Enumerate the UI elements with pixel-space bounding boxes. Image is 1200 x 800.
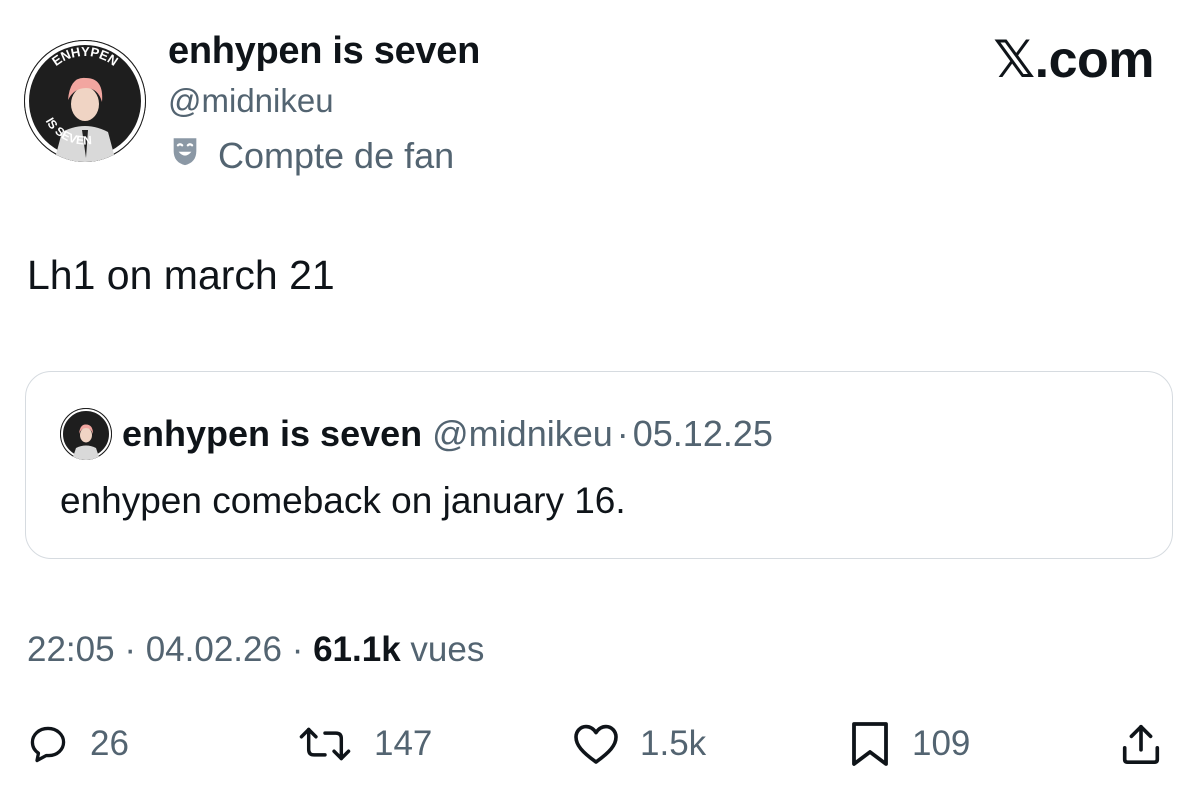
brand-logo: 𝕏.com [993,31,1154,89]
repost-count: 147 [374,724,433,763]
tweet-date: 04.02.26 [145,630,282,669]
author-avatar[interactable]: ENHYPEN IS SEVEN [24,40,146,162]
tweet-time: 22:05 [27,630,115,669]
quoted-date: 05.12.25 [632,413,773,454]
author-name[interactable]: enhypen is seven [168,30,480,73]
views-label: vues [410,630,485,669]
share-icon [1118,720,1164,768]
quoted-tweet[interactable]: enhypen is seven @midnikeu · 05.12.25 en… [25,371,1173,559]
bookmark-count: 109 [912,724,971,763]
meta-separator: · [291,630,304,669]
repost-icon [296,722,354,766]
bookmark-icon [848,720,892,768]
quoted-tweet-text: enhypen comeback on january 16. [60,480,626,521]
heart-icon [572,722,620,766]
views-count: 61.1k [313,630,401,669]
meta-separator: · [124,630,136,669]
action-bar: 26 147 1.5k 109 [0,716,1200,772]
quoted-author-avatar [60,408,112,460]
fan-account-text: Compte de fan [218,134,455,176]
repost-button[interactable]: 147 [296,716,432,772]
quoted-author-name: enhypen is seven [122,413,423,454]
tweet-text: Lh1 on march 21 [27,252,335,298]
author-handle[interactable]: @midnikeu [168,82,334,120]
tweet-meta: 22:05 · 04.02.26 · 61.1k vues [27,630,484,670]
quoted-author-handle: @midnikeu [432,413,613,454]
fan-account-label: Compte de fan [168,134,454,177]
quoted-separator: · [616,413,629,454]
quoted-tweet-header: enhypen is seven @midnikeu · 05.12.25 [60,408,773,460]
reply-button[interactable]: 26 [26,716,129,772]
bookmark-button[interactable]: 109 [848,716,970,772]
like-button[interactable]: 1.5k [572,716,706,772]
theater-mask-icon [168,134,202,177]
share-button[interactable] [1118,716,1164,772]
reply-icon [26,722,70,766]
like-count: 1.5k [640,724,707,763]
reply-count: 26 [90,724,129,763]
